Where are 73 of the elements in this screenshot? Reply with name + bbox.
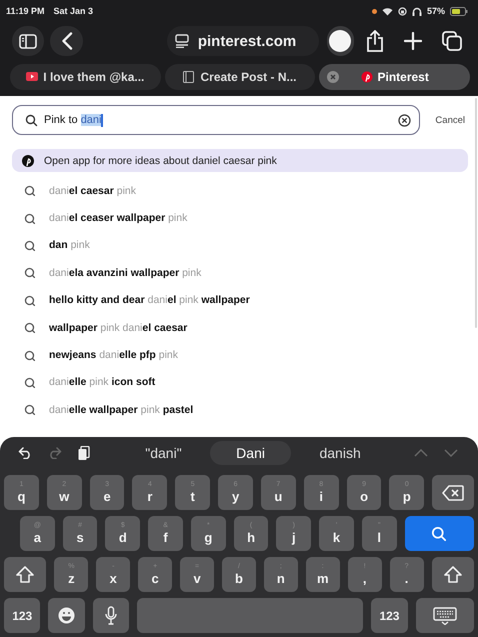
tabs-overview-icon[interactable] bbox=[442, 31, 462, 51]
reader-icon[interactable] bbox=[174, 34, 189, 48]
clipboard-icon[interactable] bbox=[78, 446, 90, 460]
status-time: 11:19 PM bbox=[6, 6, 45, 16]
wifi-icon bbox=[382, 6, 393, 16]
search-icon bbox=[24, 294, 35, 306]
pinterest-logo-icon bbox=[22, 154, 34, 166]
keyboard-icon bbox=[432, 606, 457, 624]
hide-keyboard-key[interactable] bbox=[416, 598, 474, 633]
search-icon bbox=[24, 185, 35, 196]
back-button[interactable] bbox=[50, 26, 83, 56]
word-suggestion[interactable]: "dani" bbox=[119, 441, 208, 465]
emoji-key[interactable] bbox=[48, 598, 85, 633]
back-icon bbox=[60, 32, 73, 50]
search-suggestion[interactable]: daniel ceaser wallpaper pink bbox=[49, 212, 188, 224]
video-icon bbox=[26, 70, 38, 82]
search-suggestion[interactable]: wallpaper pink daniel caesar bbox=[49, 322, 188, 334]
sidebar-icon bbox=[19, 34, 38, 48]
search-suggestion[interactable]: danielle pink icon soft bbox=[49, 376, 156, 388]
search-icon bbox=[24, 322, 35, 334]
search-suggestion[interactable]: newjeans danielle pfp pink bbox=[49, 349, 178, 362]
numbers-key[interactable]: 123 bbox=[4, 598, 40, 633]
undo-icon[interactable] bbox=[18, 447, 32, 459]
search-suggestion[interactable]: dan pink bbox=[49, 239, 90, 252]
search-icon bbox=[24, 404, 35, 416]
status-date: Sat Jan 3 bbox=[54, 6, 94, 16]
search-suggestion[interactable]: danielle wallpaper pink pastel bbox=[49, 404, 194, 416]
search-icon bbox=[24, 350, 35, 361]
close-icon[interactable] bbox=[327, 70, 340, 82]
search-suggestion[interactable]: hello kitty and dear daniel pink wallpaper bbox=[49, 294, 250, 306]
clear-icon[interactable] bbox=[398, 114, 412, 126]
delete-key[interactable] bbox=[432, 475, 474, 510]
search-suggestion[interactable]: daniela avanzini wallpaper pink bbox=[49, 266, 202, 279]
battery-icon bbox=[450, 6, 468, 16]
microphone-icon bbox=[105, 606, 118, 625]
shift-key[interactable] bbox=[4, 557, 46, 592]
search-icon bbox=[24, 240, 35, 251]
search-suggestion[interactable]: daniel caesar pink bbox=[49, 184, 136, 197]
address-bar[interactable]: pinterest.com bbox=[166, 26, 319, 56]
browser-tab[interactable]: Create Post - N... bbox=[164, 64, 316, 90]
cancel-button[interactable]: Cancel bbox=[432, 110, 468, 130]
headphones-icon bbox=[412, 6, 422, 16]
plus-icon[interactable] bbox=[404, 32, 422, 50]
search-key[interactable] bbox=[404, 516, 474, 551]
search-icon bbox=[24, 212, 35, 224]
assistive-touch-button[interactable] bbox=[326, 26, 354, 56]
smiley-icon bbox=[58, 607, 76, 624]
open-app-banner[interactable]: Open app for more ideas about daniel caesar pink bbox=[12, 149, 468, 172]
battery-percent: 57% bbox=[426, 6, 445, 16]
word-suggestion[interactable]: Dani bbox=[210, 441, 291, 465]
chevron-down-icon[interactable] bbox=[444, 449, 458, 457]
search-icon bbox=[24, 376, 35, 388]
backspace-icon bbox=[442, 484, 464, 500]
search-icon bbox=[24, 267, 35, 278]
page-icon bbox=[183, 70, 196, 82]
numbers-key[interactable]: 123 bbox=[371, 598, 408, 633]
shift-icon bbox=[16, 566, 34, 583]
lock-rotation-icon bbox=[398, 6, 407, 16]
dictation-key[interactable] bbox=[92, 598, 130, 633]
browser-tab[interactable]: I love them @ka... bbox=[10, 64, 161, 90]
chevron-up-icon[interactable] bbox=[414, 449, 428, 457]
search-icon bbox=[25, 114, 38, 126]
sidebar-button[interactable] bbox=[12, 26, 44, 56]
recording-dot-icon bbox=[372, 8, 377, 14]
browser-tab[interactable]: Pinterest bbox=[319, 64, 470, 90]
share-icon[interactable] bbox=[366, 30, 384, 52]
search-icon bbox=[431, 526, 448, 542]
word-suggestion[interactable]: danish bbox=[293, 441, 387, 465]
shift-key[interactable] bbox=[432, 557, 474, 592]
redo-icon[interactable] bbox=[48, 447, 62, 459]
shift-icon bbox=[444, 566, 462, 583]
pinterest-logo-icon bbox=[360, 70, 372, 82]
search-field[interactable]: Pink to dani bbox=[12, 105, 420, 135]
